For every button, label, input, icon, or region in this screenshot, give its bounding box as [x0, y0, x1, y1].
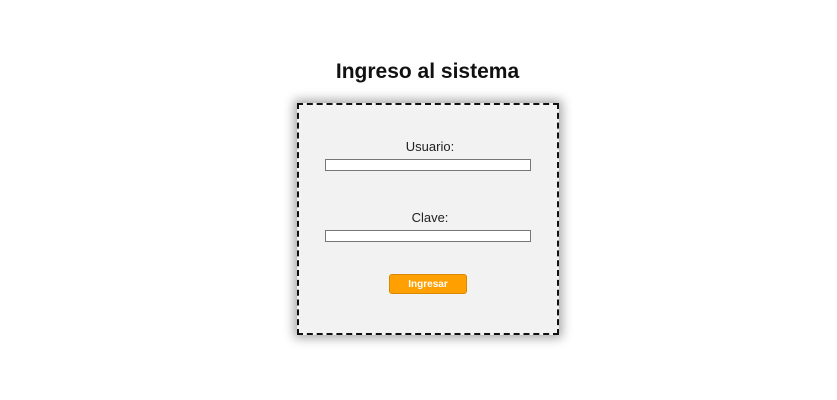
username-label: Usuario: [405, 139, 455, 154]
page-title: Ingreso al sistema [335, 60, 520, 83]
password-input[interactable] [325, 230, 531, 242]
login-page: Ingreso al sistema Usuario: Clave: Ingre… [0, 0, 837, 400]
username-input[interactable] [325, 159, 531, 171]
login-form: Usuario: Clave: Ingresar [297, 103, 559, 335]
submit-button[interactable]: Ingresar [389, 274, 467, 294]
password-label: Clave: [411, 210, 449, 225]
